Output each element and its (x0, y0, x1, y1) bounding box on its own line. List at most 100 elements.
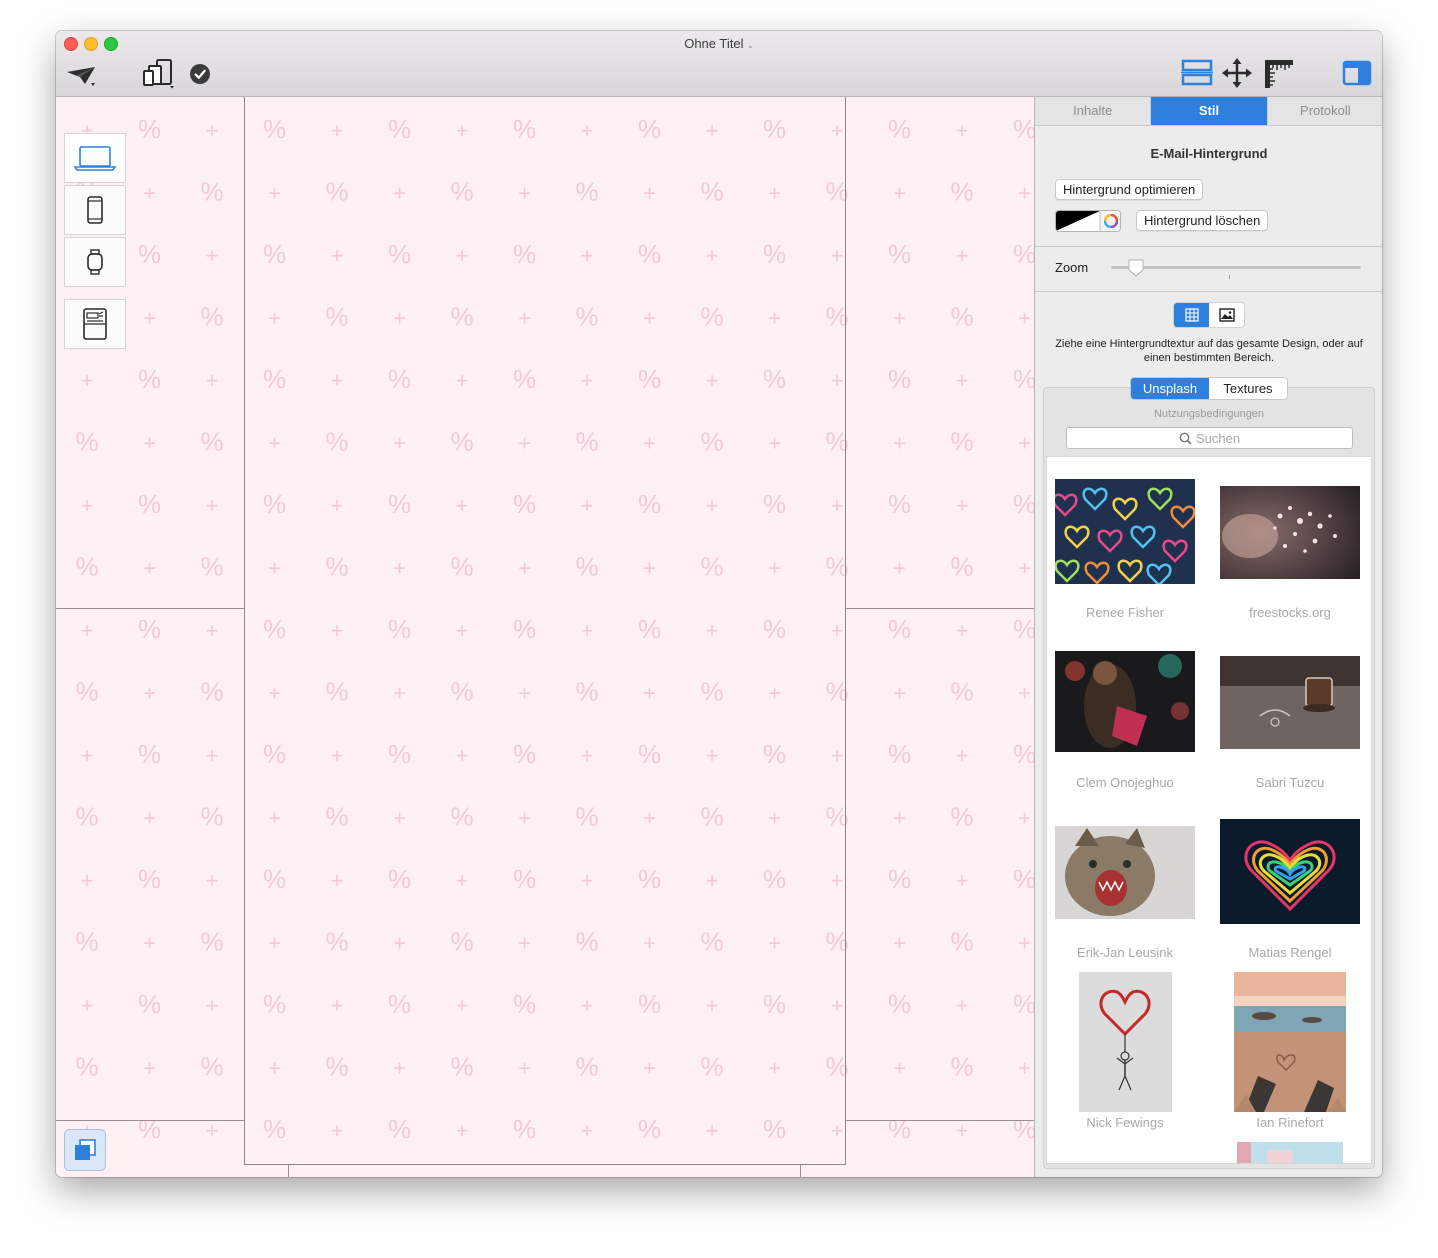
pattern-percent: % (888, 864, 911, 894)
pattern-plus: + (143, 681, 156, 706)
pattern-plus: + (893, 556, 906, 581)
email-page-area[interactable] (244, 97, 846, 1165)
tab-stil[interactable]: Stil (1151, 97, 1268, 125)
chevron-down-icon: ⌄ (747, 41, 754, 50)
pattern-percent: % (575, 1177, 598, 1178)
pattern-plus: + (956, 618, 969, 643)
inspector-tabs: Inhalte Stil Protokoll (1035, 97, 1382, 126)
tab-textures[interactable]: Textures (1209, 378, 1287, 399)
pattern-icon[interactable] (1174, 303, 1209, 327)
pattern-percent: % (138, 864, 161, 894)
design-canvas[interactable]: +% +% +% +% +% +% +% +% +% +% +% +% +% +% +% +% +% +% +% +%… (56, 97, 1034, 1177)
pattern-plus: + (81, 618, 94, 643)
pattern-percent: % (888, 364, 911, 394)
pattern-plus: + (956, 368, 969, 393)
photo-credit: freestocks.org (1249, 605, 1331, 620)
window-title-text: Ohne Titel (684, 36, 744, 51)
pattern-plus: + (206, 243, 219, 268)
layers-icon[interactable] (64, 1129, 106, 1171)
pattern-percent: % (200, 802, 223, 832)
pattern-percent: % (325, 1177, 348, 1178)
tab-unsplash[interactable]: Unsplash (1131, 378, 1209, 399)
search-input[interactable]: Suchen (1066, 427, 1353, 449)
newsletter-icon[interactable] (64, 299, 126, 349)
pattern-percent: % (138, 989, 161, 1019)
tab-inhalte[interactable]: Inhalte (1035, 97, 1152, 125)
pattern-percent: % (1013, 1114, 1034, 1144)
sidebar-icon[interactable] (1340, 59, 1374, 87)
pattern-percent: % (200, 302, 223, 332)
pattern-plus: + (956, 493, 969, 518)
image-icon[interactable] (1209, 303, 1244, 327)
pattern-percent: % (75, 1177, 98, 1178)
move-icon[interactable] (1222, 58, 1252, 88)
photo-thumbnail[interactable] (1220, 819, 1360, 924)
ruler-icon[interactable] (1262, 58, 1294, 88)
pattern-percent: % (825, 1177, 848, 1178)
pattern-plus: + (956, 868, 969, 893)
pattern-plus: + (81, 493, 94, 518)
search-icon (1179, 432, 1192, 445)
pattern-percent: % (138, 739, 161, 769)
photo-thumbnail[interactable] (1220, 972, 1360, 1112)
pattern-percent: % (888, 239, 911, 269)
watch-icon[interactable] (64, 237, 126, 287)
source-toggle: Unsplash Textures (1130, 377, 1288, 400)
photo-thumbnail[interactable] (1220, 656, 1360, 749)
phone-icon[interactable] (64, 185, 126, 235)
zoom-slider-knob[interactable] (1127, 258, 1145, 277)
photo-thumbnail[interactable] (1220, 486, 1360, 579)
photo-grid[interactable]: Renee Fisher freestocks.org Clem Onojegh… (1046, 456, 1372, 1164)
pattern-percent: % (75, 927, 98, 957)
photo-thumbnail[interactable] (1055, 651, 1195, 752)
zoom-slider-track[interactable] (1111, 266, 1361, 269)
delete-background-button[interactable]: Hintergrund löschen (1136, 210, 1269, 231)
checkmark-icon[interactable] (188, 62, 212, 86)
pattern-plus: + (956, 1118, 969, 1143)
pattern-percent: % (888, 614, 911, 644)
pattern-percent: % (75, 427, 98, 457)
pattern-plus: + (893, 681, 906, 706)
photo-credit: Ian Rinefort (1256, 1115, 1324, 1130)
inspector-sidebar: Inhalte Stil Protokoll E-Mail-Hintergrun… (1034, 97, 1382, 1177)
pattern-percent: % (888, 489, 911, 519)
pattern-plus: + (81, 368, 94, 393)
send-icon[interactable] (64, 63, 100, 89)
pattern-plus: + (206, 493, 219, 518)
title-bar: Ohne Titel ⌄ (56, 31, 1382, 97)
terms-link[interactable]: Nutzungsbedingungen (1044, 408, 1374, 420)
zoom-label: Zoom (1055, 260, 1089, 275)
pattern-percent: % (700, 1177, 723, 1178)
color-picker-icon (1104, 214, 1118, 228)
texture-hint-text: Ziehe eine Hintergrundtextur auf das ges… (1055, 338, 1363, 364)
background-color-well[interactable] (1055, 210, 1121, 232)
photo-credit: Nick Fewings (1086, 1115, 1164, 1130)
pattern-percent: % (138, 489, 161, 519)
photo-browser: Nutzungsbedingungen Suchen Renee Fisher … (1043, 387, 1375, 1169)
pattern-plus: + (893, 1056, 906, 1081)
photo-thumbnail[interactable] (1055, 826, 1195, 919)
pattern-plus: + (206, 743, 219, 768)
window-title[interactable]: Ohne Titel ⌄ (56, 36, 1382, 51)
layout-rows-icon[interactable] (1180, 58, 1214, 88)
pattern-percent: % (75, 552, 98, 582)
devices-icon[interactable] (142, 59, 178, 89)
pattern-percent: % (138, 114, 161, 144)
photo-thumbnail[interactable] (1220, 1142, 1360, 1163)
pattern-percent: % (1013, 739, 1034, 769)
divider (1035, 291, 1382, 292)
photo-thumbnail[interactable] (1055, 972, 1195, 1112)
pattern-percent: % (888, 989, 911, 1019)
photo-credit: Clem Onojeghuo (1076, 775, 1174, 790)
optimize-background-button[interactable]: Hintergrund optimieren (1055, 179, 1204, 200)
zoom-slider-tick (1229, 275, 1230, 279)
laptop-icon[interactable] (64, 133, 126, 183)
pattern-percent: % (1013, 989, 1034, 1019)
search-placeholder: Suchen (1195, 430, 1241, 446)
app-window: Ohne Titel ⌄ + % + % + % + % + % + % + %… (56, 31, 1382, 1177)
section-title: E-Mail-Hintergrund (1150, 146, 1268, 161)
photo-thumbnail[interactable] (1055, 479, 1195, 584)
pattern-percent: % (75, 1052, 98, 1082)
tab-protokoll[interactable]: Protokoll (1268, 97, 1382, 125)
pattern-plus: + (893, 181, 906, 206)
